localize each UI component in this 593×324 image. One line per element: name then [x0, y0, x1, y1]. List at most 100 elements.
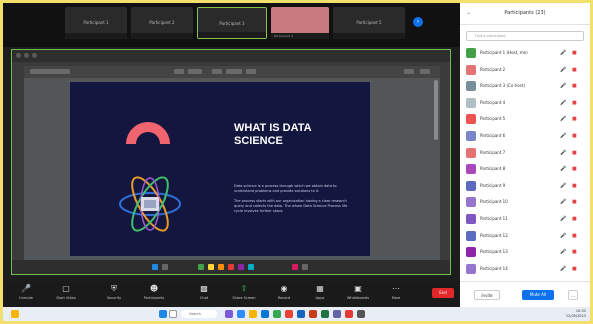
avatar	[466, 230, 476, 241]
search-icon[interactable]	[169, 310, 177, 318]
participant-row[interactable]: Participant 5 🎤 ■	[460, 111, 590, 128]
video-off-icon[interactable]: ■	[572, 266, 577, 272]
weather-icon[interactable]	[11, 310, 19, 318]
participant-search-input[interactable]: Find a participant	[466, 31, 584, 41]
video-off-icon[interactable]: ■	[572, 249, 577, 255]
participant-tile[interactable]: Participant 2	[131, 7, 193, 39]
page-number-field[interactable]	[188, 69, 202, 74]
video-off-icon[interactable]: ■	[572, 133, 577, 139]
app-icon[interactable]	[273, 310, 281, 318]
zoom-out-icon[interactable]	[212, 69, 222, 74]
excel-icon[interactable]	[321, 310, 329, 318]
video-off-icon[interactable]: ■	[572, 216, 577, 222]
video-off-icon[interactable]: ■	[572, 183, 577, 189]
system-clock[interactable]: 10:32 12/05/2023	[566, 309, 586, 319]
muted-microphone-icon[interactable]: 🎤	[560, 183, 566, 189]
video-off-icon[interactable]: ■	[572, 67, 577, 73]
muted-microphone-icon[interactable]: 🎤	[560, 83, 566, 89]
teams-icon[interactable]	[333, 310, 341, 318]
invite-button[interactable]: Invite	[474, 290, 500, 300]
participant-row[interactable]: Participant 14 🎤 ■	[460, 261, 590, 278]
participant-row[interactable]: Participant 8 🎤 ■	[460, 161, 590, 178]
video-off-icon[interactable]: ■	[572, 100, 577, 106]
apps-button[interactable]: ▦ Apps	[305, 284, 335, 300]
muted-microphone-icon[interactable]: 🎤	[560, 266, 566, 272]
unmute-button[interactable]: 🎤 Unmute	[11, 284, 41, 300]
participant-row[interactable]: Participant 1 (Host, me) 🎤 ■	[460, 45, 590, 62]
powerpoint-icon[interactable]	[309, 310, 317, 318]
pen-color-swatch[interactable]	[208, 264, 214, 270]
participant-row[interactable]: Participant 10 🎤 ■	[460, 194, 590, 211]
muted-microphone-icon[interactable]: 🎤	[560, 249, 566, 255]
whiteboards-button[interactable]: ▣ Whiteboards	[343, 284, 373, 300]
pen-color-swatch[interactable]	[238, 264, 244, 270]
video-off-icon[interactable]: ■	[572, 83, 577, 89]
video-off-icon[interactable]: ■	[572, 150, 577, 156]
muted-microphone-icon[interactable]: 🎤	[560, 133, 566, 139]
muted-microphone-icon[interactable]: 🎤	[560, 199, 566, 205]
start-video-button[interactable]: ▢ Start Video	[51, 284, 81, 300]
participant-row[interactable]: Participant 6 🎤 ■	[460, 128, 590, 145]
app-icon[interactable]	[225, 310, 233, 318]
record-button[interactable]: ◉ Record	[269, 284, 299, 300]
participant-tile[interactable]: Participant 5	[333, 7, 405, 39]
print-icon[interactable]	[420, 69, 430, 74]
participant-row[interactable]: Participant 3 (Co-host) 🎤 ■	[460, 78, 590, 95]
word-icon[interactable]	[297, 310, 305, 318]
download-icon[interactable]	[404, 69, 414, 74]
tool-icon[interactable]	[162, 264, 168, 270]
video-camera-icon: ▢	[62, 284, 70, 293]
zoom-field[interactable]	[226, 69, 242, 74]
more-options-button[interactable]: ...	[568, 290, 578, 300]
participant-video-tile[interactable]: Participant 4	[271, 7, 329, 39]
video-off-icon[interactable]: ■	[572, 199, 577, 205]
muted-microphone-icon[interactable]: 🎤	[560, 233, 566, 239]
more-button[interactable]: ⋯ More	[381, 284, 411, 300]
end-meeting-button[interactable]: End	[432, 288, 454, 298]
muted-microphone-icon[interactable]: 🎤	[560, 166, 566, 172]
participant-row[interactable]: Participant 11 🎤 ■	[460, 211, 590, 228]
page-prev-icon[interactable]	[174, 69, 184, 74]
chat-button[interactable]: ▩ Chat	[189, 284, 219, 300]
edge-browser-icon[interactable]	[261, 310, 269, 318]
zoom-app-icon[interactable]	[237, 310, 245, 318]
muted-microphone-icon[interactable]: 🎤	[560, 67, 566, 73]
taskbar-search-input[interactable]: Search	[181, 310, 217, 318]
muted-microphone-icon[interactable]: 🎤	[560, 150, 566, 156]
video-off-icon[interactable]: ■	[572, 116, 577, 122]
pen-color-swatch[interactable]	[248, 264, 254, 270]
share-screen-button[interactable]: ⇧ Share Screen	[229, 284, 259, 300]
participant-row[interactable]: Participant 7 🎤 ■	[460, 145, 590, 162]
zoom-in-icon[interactable]	[246, 69, 256, 74]
participant-row[interactable]: Participant 13 🎤 ■	[460, 244, 590, 261]
participant-tile[interactable]: Participant 1	[65, 7, 127, 39]
participant-tile-active[interactable]: Participant 3	[197, 7, 267, 39]
participant-row[interactable]: Participant 4 🎤 ■	[460, 95, 590, 112]
pen-color-swatch[interactable]	[152, 264, 158, 270]
tool-icon[interactable]	[302, 264, 308, 270]
pdf-reader-icon[interactable]	[345, 310, 353, 318]
pen-color-swatch[interactable]	[198, 264, 204, 270]
next-page-icon[interactable]: ›	[413, 17, 423, 27]
video-off-icon[interactable]: ■	[572, 50, 577, 56]
pen-color-swatch[interactable]	[228, 264, 234, 270]
muted-microphone-icon[interactable]: 🎤	[560, 100, 566, 106]
mute-all-button[interactable]: Mute All	[522, 290, 554, 300]
pen-color-swatch[interactable]	[218, 264, 224, 270]
participant-row[interactable]: Participant 12 🎤 ■	[460, 228, 590, 245]
app-icon[interactable]	[357, 310, 365, 318]
start-menu-icon[interactable]	[159, 310, 167, 318]
participant-row[interactable]: Participant 2 🎤 ■	[460, 62, 590, 79]
viewer-scrollbar[interactable]	[434, 80, 438, 140]
muted-microphone-icon[interactable]: 🎤	[560, 216, 566, 222]
pen-color-swatch[interactable]	[292, 264, 298, 270]
security-button[interactable]: ⛨ Security	[99, 284, 129, 300]
video-off-icon[interactable]: ■	[572, 233, 577, 239]
muted-microphone-icon[interactable]: 🎤	[560, 116, 566, 122]
participants-button[interactable]: ☻ Participants	[139, 284, 169, 300]
chrome-icon[interactable]	[285, 310, 293, 318]
participant-row[interactable]: Participant 9 🎤 ■	[460, 178, 590, 195]
video-off-icon[interactable]: ■	[572, 166, 577, 172]
muted-microphone-icon[interactable]: 🎤	[560, 50, 566, 56]
file-explorer-icon[interactable]	[249, 310, 257, 318]
